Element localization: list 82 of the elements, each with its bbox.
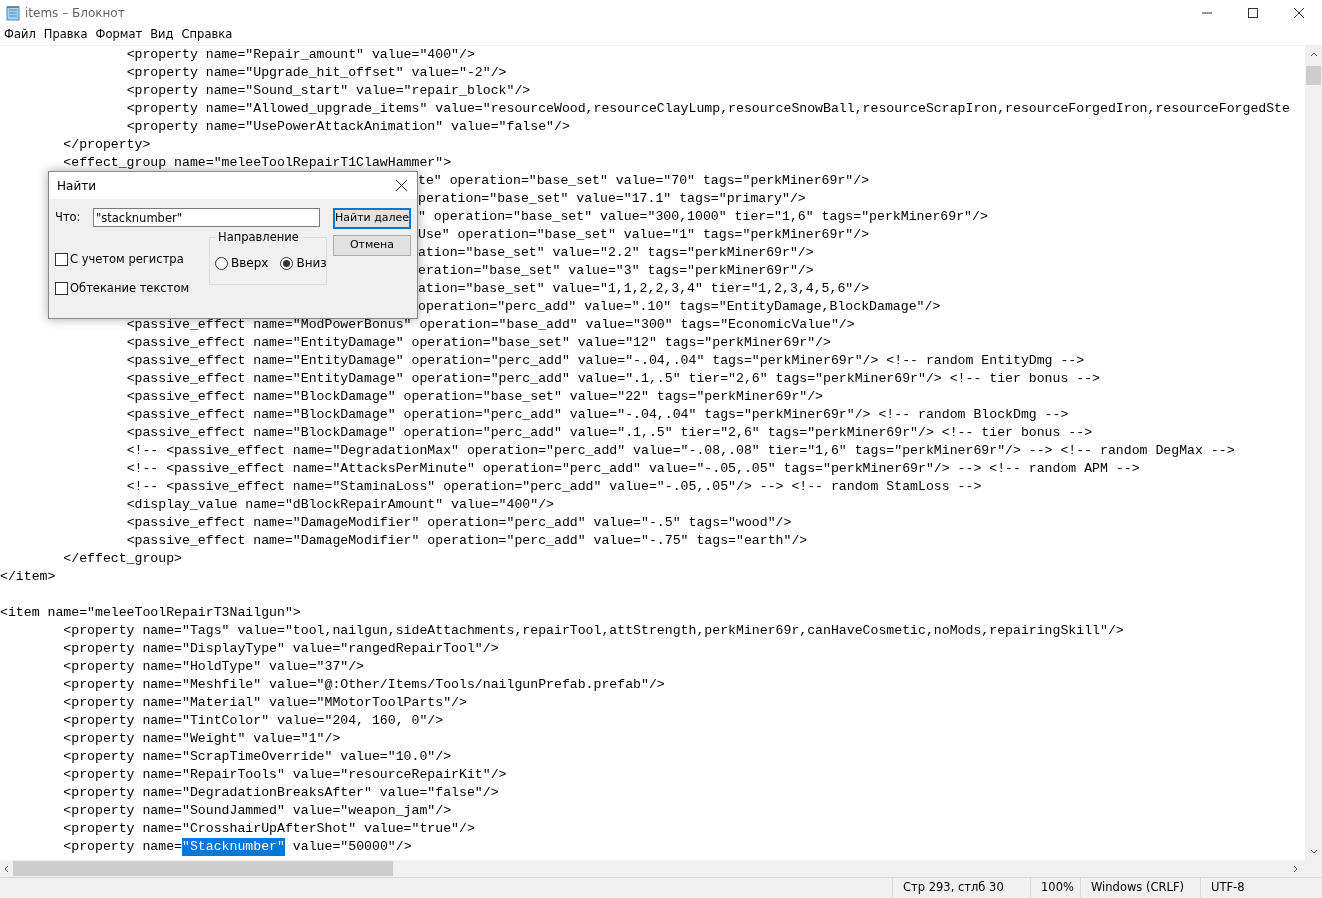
scroll-right-icon bbox=[1293, 864, 1298, 873]
code-line: Use" operation="base_set" value="1" tags="perkMiner69r"/> bbox=[418, 226, 870, 244]
code-line: ation="base_set" value="2.2" tags="perkMiner69r"/> bbox=[418, 244, 814, 262]
status-text: 100% bbox=[1030, 878, 1080, 898]
search-field[interactable]: "stacknumber" bbox=[93, 208, 320, 227]
scrollbar-thumb[interactable] bbox=[1306, 66, 1321, 85]
code-line: eration="base_set" value="3" tags="perkMiner69r"/> bbox=[418, 262, 814, 280]
close-button[interactable] bbox=[393, 177, 409, 194]
scroll-left-icon bbox=[4, 864, 9, 873]
code-line: peration="base_set" value="17.1" tags="primary"/> bbox=[418, 190, 806, 208]
code-line: te" operation="base_set" value="70" tags="perkMiner69r"/> bbox=[418, 172, 870, 190]
menu-item[interactable]: Файл bbox=[0, 25, 40, 45]
status-text: Windows (CRLF) bbox=[1080, 878, 1200, 898]
group-label: Направление bbox=[216, 230, 301, 244]
vertical-scrollbar[interactable] bbox=[1305, 46, 1322, 860]
status-text: Стр 293, стлб 30 bbox=[892, 878, 1030, 898]
code-line: <passive_effect name="DamageModifier" operation="perc_add" value="-.5" tags="wood"/> bbox=[125, 514, 792, 532]
scroll-up-icon bbox=[1309, 52, 1318, 57]
radio-button[interactable] bbox=[215, 256, 228, 270]
code-line: <passive_effect name="EntityDamage" operation="base_set" value="12" tags="perkMiner69r"/> bbox=[125, 334, 831, 352]
code-line: ation="base_set" value="1,1,2,2,3,4" tier="1,2,3,4,5,6"/> bbox=[418, 280, 870, 298]
code-line: <property name="Material" value="MMotorToolParts"/> bbox=[62, 694, 467, 712]
code-line: <passive_effect name="BlockDamage" operation="perc_add" value=".1,.5" tier="2,6" tags="perkMiner69r"/> <!-- tier bonus --> bbox=[125, 424, 1093, 442]
menu-item[interactable]: Правка bbox=[39, 25, 92, 45]
code-line: <property name="CrosshairUpAfterShot" value="true"/> bbox=[62, 820, 475, 838]
code-line: " operation="base_set" value="300,1000" tier="1,6" tags="perkMiner69r"/> bbox=[418, 208, 988, 226]
code-line: </property> bbox=[62, 136, 151, 154]
code-line: <property name="RepairTools" value="resourceRepairKit"/> bbox=[62, 766, 507, 784]
code-line: <property name="Repair_amount" value="400"/> bbox=[125, 46, 475, 64]
scroll-down-icon bbox=[1309, 849, 1318, 854]
checkbox[interactable] bbox=[55, 253, 68, 267]
code-line: <property name="Tags" value="tool,nailgun,sideAttachments,repairTool,attStrength,perkMiner69r,canHaveCosmetic,noMods,repairingSkill"/> bbox=[62, 622, 1124, 640]
code-line: </effect_group> bbox=[62, 550, 183, 568]
code-line: <passive_effect name="ModPowerBonus" operation="base_add" value="300" tags="EconomicValue"/> bbox=[125, 316, 855, 334]
code-line: <passive_effect name="DamageModifier" operation="perc_add" value="-.75" tags="earth"/> bbox=[125, 532, 808, 550]
notepad-icon bbox=[6, 4, 20, 21]
window-title: items – Блокнот bbox=[25, 4, 125, 22]
checkbox-label: Обтекание текстом bbox=[70, 280, 190, 298]
close-icon bbox=[395, 180, 407, 191]
code-line: <property name="DisplayType" value="rangedRepairTool"/> bbox=[62, 640, 499, 658]
maximize-icon bbox=[1248, 7, 1258, 18]
code-line: operation="perc_add" value=".10" tags="EntityDamage,BlockDamage"/> bbox=[418, 298, 941, 316]
code-line: <passive_effect name="EntityDamage" operation="perc_add" value="-.04,.04" tags="perkMiner69r"/> <!-- random EntityDmg --> bbox=[125, 352, 1085, 370]
checkbox[interactable] bbox=[55, 282, 68, 296]
code-line: <property name="DegradationBreaksAfter" value="false"/> bbox=[62, 784, 499, 802]
status-text: UTF-8 bbox=[1200, 878, 1300, 898]
code-line: <effect_group name="meleeToolRepairT1ClawHammer"> bbox=[62, 154, 452, 172]
code-line: <property name="Weight" value="1"/> bbox=[62, 730, 341, 748]
radio-label: Вниз bbox=[296, 255, 327, 272]
code-line: <property name= bbox=[62, 838, 183, 856]
code-line: <property name="UsePowerAttackAnimation" value="false"/> bbox=[125, 118, 570, 136]
checkbox-label: С учетом регистра bbox=[70, 251, 184, 268]
close-icon bbox=[1294, 7, 1304, 18]
code-line: <property name="Meshfile" value="@:Other/Items/Tools/nailgunPrefab.prefab"/> bbox=[62, 676, 665, 694]
radio-button[interactable] bbox=[280, 256, 294, 270]
code-line: <passive_effect name="EntityDamage" operation="perc_add" value=".1,.5" tier="2,6" tags="perkMiner69r"/> <!-- tier bonus --> bbox=[125, 370, 1101, 388]
code-line: <property name="SoundJammed" value="weapon_jam"/> bbox=[62, 802, 452, 820]
code-line: <display_value name="dBlockRepairAmount" value="400"/> bbox=[125, 496, 554, 514]
menu-item[interactable]: Справка bbox=[177, 25, 237, 45]
code-line: <property name="TintColor" value="204, 160, 0"/> bbox=[62, 712, 444, 730]
code-line: <property name="Upgrade_hit_offset" value="-2"/> bbox=[125, 64, 507, 82]
field-label: Что: bbox=[55, 208, 82, 226]
radio-label: Вверх bbox=[231, 255, 269, 272]
code-line: value="50000"/> bbox=[291, 838, 412, 856]
code-line: <property name="Sound_start" value="repair_block"/> bbox=[125, 82, 531, 100]
scrollbar-thumb[interactable] bbox=[13, 861, 393, 876]
menu-item[interactable]: Формат bbox=[91, 25, 147, 45]
code-line: <property name="ScrapTimeOverride" value="10.0"/> bbox=[62, 748, 452, 766]
code-line: </item> bbox=[0, 568, 56, 586]
selected-text: "Stacknumber" bbox=[182, 838, 285, 856]
code-line: <passive_effect name="BlockDamage" operation="perc_add" value="-.04,.04" tags="perkMiner69r"/> <!-- random BlockDmg --> bbox=[125, 406, 1069, 424]
code-line: <property name="HoldType" value="37"/> bbox=[62, 658, 365, 676]
code-line: <property name="Allowed_upgrade_items" value="resourceWood,resourceClayLump,resourceSnowBall,resourceScrapIron,resourceForgedIron,resourceForgedSte bbox=[125, 100, 1290, 118]
menu-item[interactable]: Вид bbox=[146, 25, 178, 45]
code-line: <passive_effect name="BlockDamage" operation="base_set" value="22" tags="perkMiner69r"/> bbox=[125, 388, 824, 406]
find-next-button[interactable]: Найти далее bbox=[333, 208, 411, 229]
code-line: <item name="meleeToolRepairT3Nailgun"> bbox=[0, 604, 301, 622]
dialog-title: Найти bbox=[57, 177, 96, 195]
code-line: <!-- <passive_effect name="AttacksPerMinute" operation="perc_add" value="-.05,.05" tags="perkMiner69r"/> --> <!-- random APM --> bbox=[125, 460, 1140, 478]
code-line: <!-- <passive_effect name="DegradationMax" operation="perc_add" value="-.08,.08" tier="1,6" tags="perkMiner69r"/> --> <!-- random DegMax --> bbox=[125, 442, 1235, 460]
code-line: <!-- <passive_effect name="StaminaLoss" operation="perc_add" value="-.05,.05"/> --> <!-- random StamLoss --> bbox=[125, 478, 982, 496]
cancel-button[interactable]: Отмена bbox=[333, 235, 411, 256]
